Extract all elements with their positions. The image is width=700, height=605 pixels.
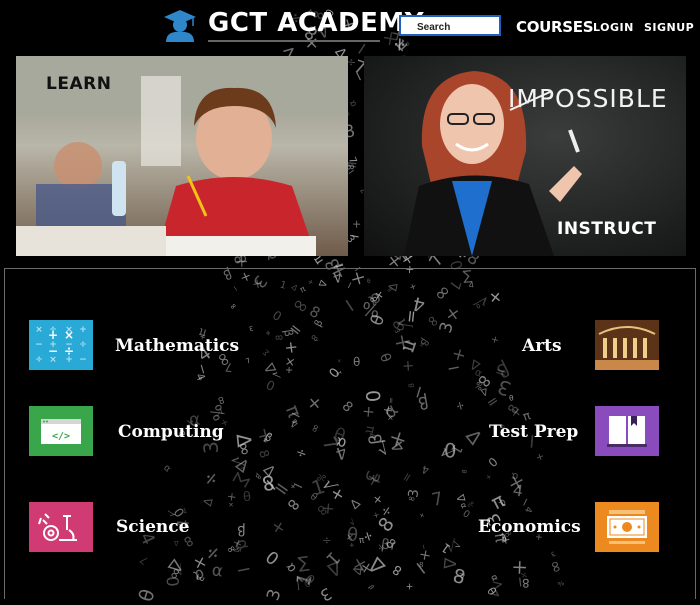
science-course-label[interactable]: Science bbox=[116, 517, 189, 537]
economics-course-label[interactable]: Economics bbox=[478, 517, 581, 537]
background-glyph: − bbox=[347, 226, 362, 244]
site-logo-text[interactable]: GCT ACADEMY bbox=[208, 8, 424, 38]
money-icon bbox=[607, 510, 647, 544]
background-glyph: × bbox=[350, 217, 364, 232]
svg-text:÷: ÷ bbox=[64, 344, 74, 358]
courses-panel: × ÷ × + − + − ÷ ÷ × + − + × − ÷ Mathematics Arts bbox=[4, 268, 696, 599]
svg-text:×: × bbox=[35, 325, 43, 335]
microscope-icon bbox=[38, 513, 77, 541]
test-prep-course-label[interactable]: Test Prep bbox=[489, 422, 578, 442]
svg-text:÷: ÷ bbox=[79, 340, 87, 350]
background-glyph: α bbox=[346, 97, 360, 109]
nav-login-link[interactable]: LOGIN bbox=[593, 21, 634, 34]
science-course-tile[interactable] bbox=[29, 502, 93, 552]
svg-text:−: − bbox=[79, 355, 87, 365]
learn-banner[interactable]: LEARN bbox=[16, 56, 348, 256]
arts-course-label[interactable]: Arts bbox=[522, 336, 562, 356]
site-header: GCT ACADEMY COURSES LOGIN SIGNUP bbox=[0, 0, 700, 52]
svg-text:+: + bbox=[79, 325, 87, 335]
code-window-icon: </> bbox=[41, 419, 81, 444]
mathematics-course-tile[interactable]: × ÷ × + − + − ÷ ÷ × + − + × − ÷ bbox=[29, 320, 93, 370]
search-input[interactable] bbox=[401, 19, 499, 36]
computing-course-tile[interactable]: </> bbox=[29, 406, 93, 456]
instruct-label: INSTRUCT bbox=[557, 219, 657, 239]
calculator-icon: × ÷ × + − + − ÷ ÷ × + − + × − ÷ bbox=[35, 325, 87, 365]
logo-underline bbox=[208, 40, 380, 42]
search-field[interactable] bbox=[399, 15, 501, 36]
gallery-icon bbox=[595, 320, 659, 370]
graduate-logo-icon bbox=[164, 10, 196, 42]
nav-courses-link[interactable]: COURSES bbox=[516, 18, 594, 36]
learn-label: LEARN bbox=[46, 74, 112, 94]
svg-text:÷: ÷ bbox=[35, 355, 43, 365]
book-icon bbox=[607, 416, 647, 447]
svg-text:+: + bbox=[48, 328, 58, 342]
instruct-banner[interactable]: IMPOSSIBLE INSTRUCT bbox=[364, 56, 686, 256]
svg-text:−: − bbox=[48, 344, 58, 358]
mathematics-course-label[interactable]: Mathematics bbox=[115, 336, 239, 356]
svg-text:</>: </> bbox=[52, 431, 70, 442]
nav-signup-link[interactable]: SIGNUP bbox=[644, 21, 694, 34]
svg-text:−: − bbox=[35, 340, 43, 350]
chalk-strikethrough bbox=[509, 91, 551, 111]
computing-course-label[interactable]: Computing bbox=[118, 422, 224, 442]
svg-text:×: × bbox=[64, 328, 74, 342]
test-prep-course-tile[interactable] bbox=[595, 406, 659, 456]
arts-course-tile[interactable] bbox=[595, 320, 659, 370]
economics-course-tile[interactable] bbox=[595, 502, 659, 552]
